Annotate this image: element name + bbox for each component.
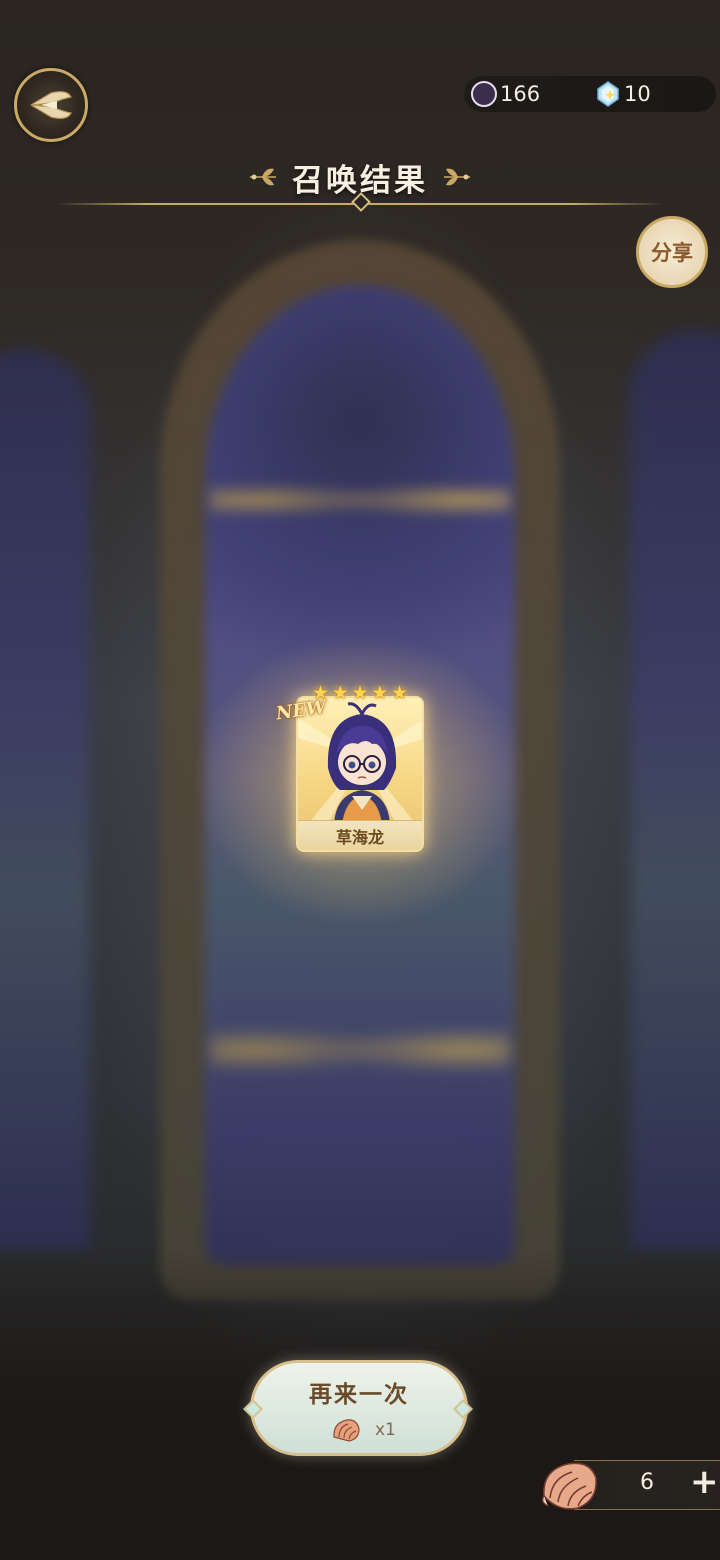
- star-icon: ★: [351, 682, 369, 704]
- leaf-ornament-left-icon: [250, 168, 276, 186]
- star-icon: ★: [371, 682, 389, 704]
- character-name: 草海龙: [298, 820, 422, 850]
- star-icon: ★: [331, 682, 349, 704]
- summon-again-cost: x1: [331, 1417, 396, 1443]
- back-button[interactable]: [14, 68, 88, 142]
- star-icon: ★: [390, 682, 408, 704]
- stained-glass-window-right: [630, 330, 720, 1250]
- share-button-label: 分享: [651, 241, 693, 265]
- wing-back-icon: [30, 91, 72, 119]
- moon-currency: 166: [470, 78, 540, 110]
- summon-again-label: 再来一次: [309, 1382, 409, 1408]
- star-rating: ★ ★ ★ ★ ★: [312, 683, 408, 703]
- leaf-ornament-right-icon: [444, 168, 470, 186]
- add-shell-button[interactable]: +: [690, 1462, 719, 1502]
- summon-again-button[interactable]: 再来一次 x1: [250, 1360, 468, 1456]
- share-button[interactable]: 分享: [636, 216, 708, 288]
- stained-glass-window-left: [0, 350, 90, 1250]
- moon-currency-value: 166: [500, 82, 541, 106]
- result-character-card[interactable]: 草海龙: [296, 696, 424, 852]
- shell-icon: [333, 1419, 360, 1442]
- window-moon-sun-ornament-top: [210, 470, 510, 530]
- conch-shell-icon: [542, 1462, 597, 1510]
- shell-count: 6: [640, 1470, 654, 1495]
- crystal-icon: [597, 81, 619, 107]
- window-moon-sun-ornament-bottom: [210, 1010, 510, 1090]
- crystal-currency: 10: [594, 78, 651, 110]
- crystal-currency-value: 10: [624, 82, 651, 106]
- summon-again-cost-value: x1: [375, 1420, 396, 1440]
- crescent-moon-icon: [471, 81, 497, 107]
